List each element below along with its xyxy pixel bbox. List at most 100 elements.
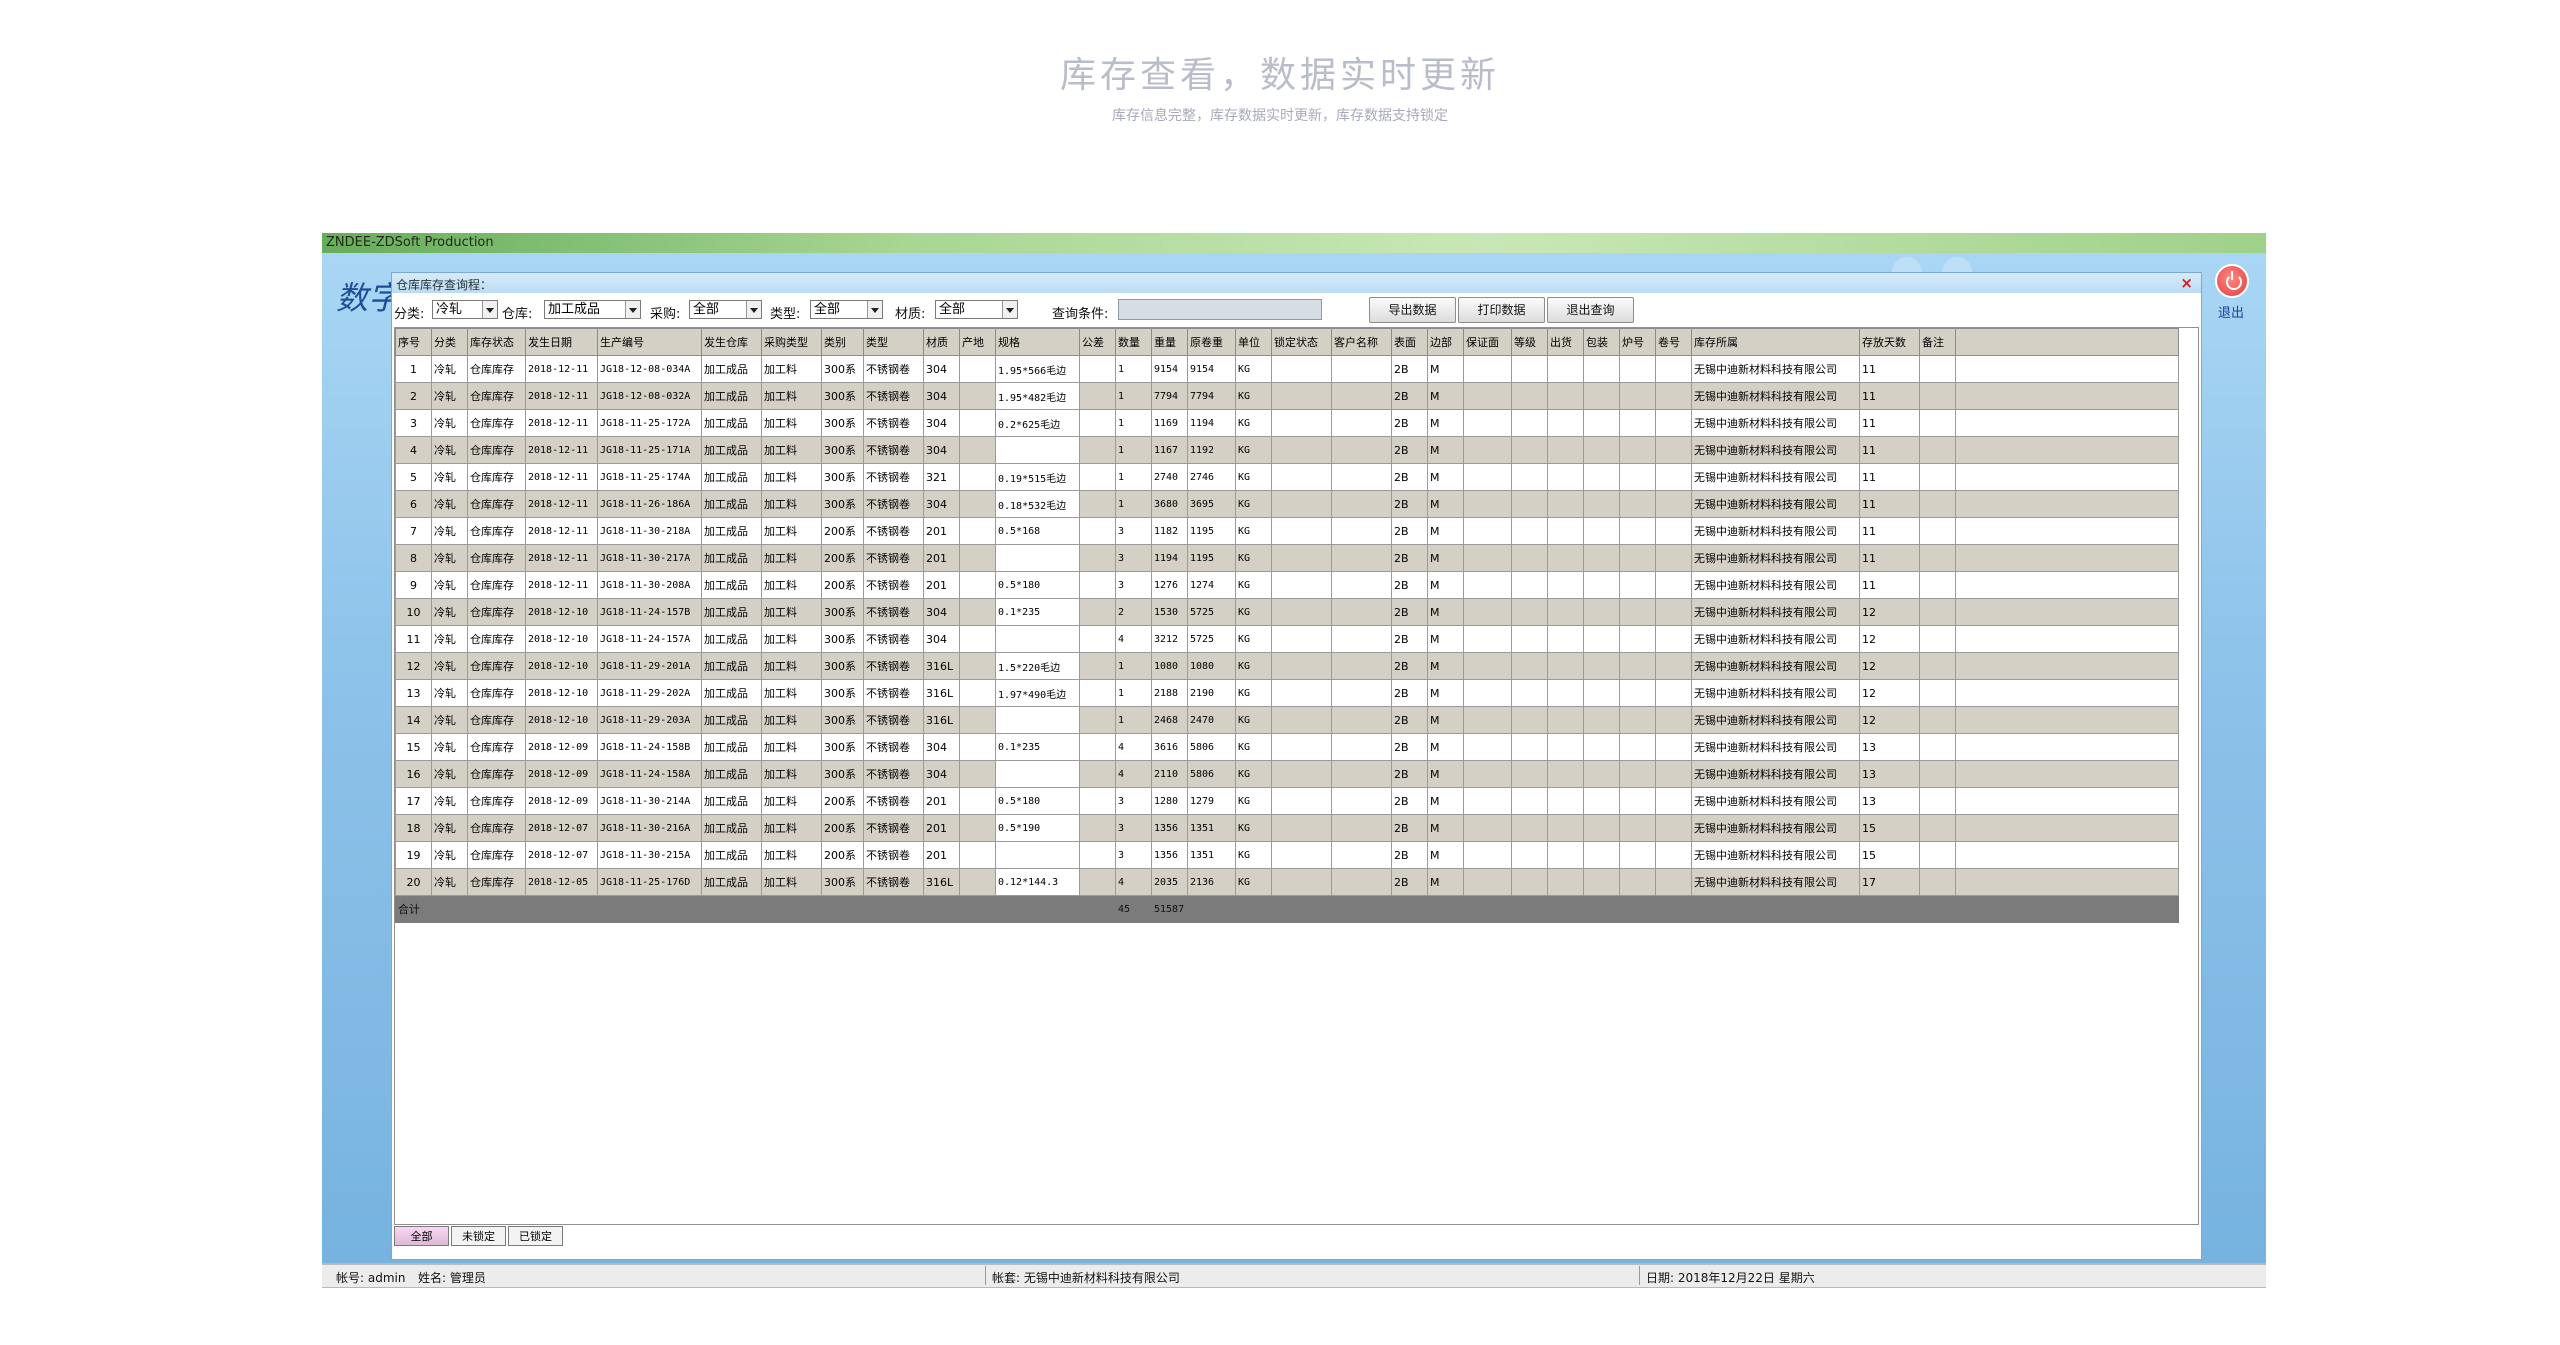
table-cell: 2B (1391, 355, 1428, 383)
table-cell: 仓库库存 (467, 733, 526, 761)
inventory-grid[interactable]: 序号 分类 库存状态 发生日期 生产编号 发生仓库 采购类型 类别 类型 材质 产地 规格 公差 数量 重量… (394, 327, 2199, 1225)
column-header[interactable]: 等级 (1511, 328, 1548, 356)
table-row[interactable]: 7 冷轧 仓库库存 2018-12-11 JG18-11-30-218A 加工成品 加工料 2… (395, 517, 2179, 545)
column-header[interactable]: 表面 (1391, 328, 1428, 356)
purchase-select[interactable]: 全部 (689, 300, 762, 319)
chevron-down-icon (1002, 301, 1017, 318)
column-header[interactable]: 材质 (923, 328, 960, 356)
status-date: 日期: 2018年12月22日 星期六 (1646, 1271, 1815, 1285)
table-row[interactable]: 16 冷轧 仓库库存 2018-12-09 JG18-11-24-158A 加工成品 加工料… (395, 760, 2179, 788)
export-data-button[interactable]: 导出数据 (1369, 297, 1456, 323)
material-select[interactable]: 全部 (935, 300, 1018, 319)
column-header[interactable]: 类别 (821, 328, 864, 356)
type-select[interactable]: 全部 (810, 300, 883, 319)
table-row[interactable]: 3 冷轧 仓库库存 2018-12-11 JG18-11-25-172A 加工成品 加工料 3… (395, 409, 2179, 437)
column-header[interactable]: 原卷重 (1187, 328, 1236, 356)
tab-unlocked[interactable]: 未锁定 (451, 1226, 506, 1246)
query-condition-input[interactable] (1118, 299, 1322, 320)
table-cell (1463, 463, 1512, 491)
table-cell (1655, 814, 1692, 842)
category-select[interactable]: 冷轧 (432, 300, 498, 319)
table-row[interactable]: 11 冷轧 仓库库存 2018-12-10 JG18-11-24-157A 加工成品 加工料… (395, 625, 2179, 653)
column-header[interactable]: 卷号 (1655, 328, 1692, 356)
table-row[interactable]: 20 冷轧 仓库库存 2018-12-05 JG18-11-25-176D 加工成品 加工料… (395, 868, 2179, 896)
column-header[interactable]: 包装 (1583, 328, 1620, 356)
column-header[interactable]: 产地 (959, 328, 996, 356)
column-header[interactable]: 存放天数 (1859, 328, 1920, 356)
table-cell: M (1427, 517, 1464, 545)
column-header[interactable]: 序号 (395, 328, 432, 356)
table-cell (1655, 355, 1692, 383)
app-window: ZNDEE-ZDSoft Production 数字 退出 仓库库存查询程： ×… (322, 233, 2266, 1288)
table-cell (1511, 598, 1548, 626)
table-row[interactable]: 9 冷轧 仓库库存 2018-12-11 JG18-11-30-208A 加工成品 加工料 2… (395, 571, 2179, 599)
table-cell (959, 868, 996, 896)
table-cell: 不锈钢卷 (863, 841, 924, 869)
tab-all[interactable]: 全部 (394, 1226, 449, 1246)
table-cell: 加工料 (761, 733, 822, 761)
table-row[interactable]: 10 冷轧 仓库库存 2018-12-10 JG18-11-24-157B 加工成品 加工料… (395, 598, 2179, 626)
column-header[interactable]: 类型 (863, 328, 924, 356)
column-header[interactable]: 数量 (1115, 328, 1152, 356)
column-header[interactable]: 生产编号 (597, 328, 702, 356)
table-cell: 加工成品 (701, 490, 762, 518)
tab-locked[interactable]: 已锁定 (508, 1226, 563, 1246)
table-cell (1271, 814, 1332, 842)
table-row[interactable]: 17 冷轧 仓库库存 2018-12-09 JG18-11-30-214A 加工成品 加工料… (395, 787, 2179, 815)
table-cell: 200系 (821, 787, 864, 815)
column-header[interactable]: 库存状态 (467, 328, 526, 356)
column-header[interactable]: 发生仓库 (701, 328, 762, 356)
column-header[interactable]: 备注 (1919, 328, 1956, 356)
close-icon[interactable]: × (2180, 274, 2193, 292)
table-cell: 3 (1115, 571, 1152, 599)
print-data-button[interactable]: 打印数据 (1458, 297, 1545, 323)
table-cell (1655, 436, 1692, 464)
table-row[interactable]: 6 冷轧 仓库库存 2018-12-11 JG18-11-26-186A 加工成品 加工料 3… (395, 490, 2179, 518)
table-row[interactable]: 12 冷轧 仓库库存 2018-12-10 JG18-11-29-201A 加工成品 加工料… (395, 652, 2179, 680)
table-row[interactable]: 2 冷轧 仓库库存 2018-12-11 JG18-12-08-032A 加工成品 加工料 3… (395, 382, 2179, 410)
column-header[interactable]: 规格 (995, 328, 1080, 356)
table-cell: 11 (1859, 490, 1920, 518)
column-header[interactable]: 锁定状态 (1271, 328, 1332, 356)
table-row[interactable]: 15 冷轧 仓库库存 2018-12-09 JG18-11-24-158B 加工成品 加工料… (395, 733, 2179, 761)
column-header[interactable]: 采购类型 (761, 328, 822, 356)
table-cell: JG18-12-08-032A (597, 382, 702, 410)
column-header[interactable]: 客户名称 (1331, 328, 1392, 356)
table-cell (1547, 814, 1584, 842)
column-header[interactable]: 公差 (1079, 328, 1116, 356)
table-cell: 316L (923, 679, 960, 707)
table-cell: 300系 (821, 625, 864, 653)
table-row[interactable]: 19 冷轧 仓库库存 2018-12-07 JG18-11-30-215A 加工成品 加工料… (395, 841, 2179, 869)
table-row[interactable]: 8 冷轧 仓库库存 2018-12-11 JG18-11-30-217A 加工成品 加工料 2… (395, 544, 2179, 572)
table-cell: 304 (923, 382, 960, 410)
table-cell: JG18-11-29-202A (597, 679, 702, 707)
table-row[interactable]: 5 冷轧 仓库库存 2018-12-11 JG18-11-25-174A 加工成品 加工料 3… (395, 463, 2179, 491)
table-row[interactable]: 18 冷轧 仓库库存 2018-12-07 JG18-11-30-216A 加工成品 加工料… (395, 814, 2179, 842)
warehouse-select[interactable]: 加工成品 (544, 300, 641, 319)
table-row[interactable]: 4 冷轧 仓库库存 2018-12-11 JG18-11-25-171A 加工成品 加工料 3… (395, 436, 2179, 464)
table-cell-filler (1955, 409, 2179, 437)
table-cell: 2018-12-10 (525, 625, 598, 653)
table-cell: 加工料 (761, 463, 822, 491)
table-cell: 300系 (821, 706, 864, 734)
column-header[interactable]: 出货 (1547, 328, 1584, 356)
column-header[interactable]: 单位 (1235, 328, 1272, 356)
exit-query-button[interactable]: 退出查询 (1547, 297, 1634, 323)
table-row[interactable]: 14 冷轧 仓库库存 2018-12-10 JG18-11-29-203A 加工成品 加工料… (395, 706, 2179, 734)
column-header[interactable]: 重量 (1151, 328, 1188, 356)
table-cell (1655, 679, 1692, 707)
column-header[interactable]: 保证面 (1463, 328, 1512, 356)
table-cell: M (1427, 760, 1464, 788)
column-header[interactable]: 炉号 (1619, 328, 1656, 356)
table-row[interactable]: 1 冷轧 仓库库存 2018-12-11 JG18-12-08-034A 加工成品 加工料 3… (395, 355, 2179, 383)
column-header[interactable]: 发生日期 (525, 328, 598, 356)
column-header[interactable]: 边部 (1427, 328, 1464, 356)
table-row[interactable]: 13 冷轧 仓库库存 2018-12-10 JG18-11-29-202A 加工成品 加工料… (395, 679, 2179, 707)
table-cell: 201 (923, 787, 960, 815)
table-cell (1619, 868, 1656, 896)
table-cell: M (1427, 436, 1464, 464)
table-cell: 加工料 (761, 814, 822, 842)
column-header[interactable]: 分类 (431, 328, 468, 356)
exit-app-button[interactable] (2215, 264, 2249, 298)
column-header[interactable]: 库存所属 (1691, 328, 1860, 356)
